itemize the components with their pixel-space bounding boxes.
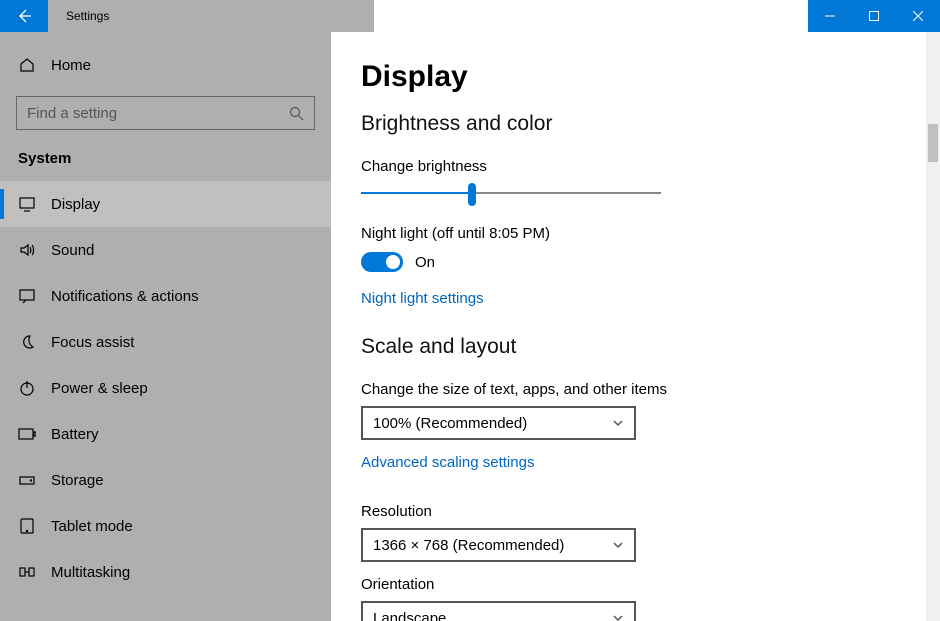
titlebar-drag-area[interactable]: [374, 0, 808, 32]
moon-icon: [18, 333, 36, 351]
section-scale-heading: Scale and layout: [361, 335, 910, 359]
battery-icon: [18, 425, 36, 443]
resolution-dropdown[interactable]: 1366 × 768 (Recommended): [361, 528, 636, 562]
sidebar-item-label: Multitasking: [51, 564, 130, 581]
search-input[interactable]: [27, 105, 289, 122]
toggle-knob: [386, 255, 400, 269]
maximize-icon: [869, 11, 879, 21]
sidebar-group-heading: System: [0, 148, 331, 181]
window-controls: [808, 0, 940, 32]
night-light-settings-link[interactable]: Night light settings: [361, 290, 484, 307]
page-title: Display: [361, 60, 910, 94]
brightness-slider-label: Change brightness: [361, 158, 910, 175]
dropdown-value: 1366 × 768 (Recommended): [373, 537, 564, 554]
chevron-down-icon: [612, 612, 624, 621]
home-icon: [18, 56, 36, 74]
sidebar-item-storage[interactable]: Storage: [0, 457, 331, 503]
drive-icon: [18, 471, 36, 489]
night-light-state: On: [415, 254, 435, 271]
night-light-toggle[interactable]: [361, 252, 403, 272]
sidebar-item-tablet[interactable]: Tablet mode: [0, 503, 331, 549]
maximize-button[interactable]: [852, 0, 896, 32]
sidebar-item-label: Storage: [51, 472, 104, 489]
scrollbar-thumb[interactable]: [928, 124, 938, 162]
sidebar-item-label: Power & sleep: [51, 380, 148, 397]
section-brightness-heading: Brightness and color: [361, 112, 910, 136]
brightness-slider[interactable]: [361, 183, 661, 203]
sidebar-item-sound[interactable]: Sound: [0, 227, 331, 273]
power-icon: [18, 379, 36, 397]
close-button[interactable]: [896, 0, 940, 32]
text-size-dropdown[interactable]: 100% (Recommended): [361, 406, 636, 440]
sidebar-item-notifications[interactable]: Notifications & actions: [0, 273, 331, 319]
sidebar-item-label: Tablet mode: [51, 518, 133, 535]
sidebar-item-label: Notifications & actions: [51, 288, 199, 305]
chevron-down-icon: [612, 417, 624, 429]
sidebar-item-home[interactable]: Home: [0, 42, 331, 88]
message-icon: [18, 287, 36, 305]
tablet-icon: [18, 517, 36, 535]
sidebar-item-label: Home: [51, 57, 91, 74]
sidebar-item-label: Sound: [51, 242, 94, 259]
sidebar-item-label: Display: [51, 196, 100, 213]
close-icon: [913, 11, 923, 21]
titlebar: Settings: [0, 0, 940, 32]
arrow-left-icon: [16, 8, 32, 24]
scrollbar[interactable]: [926, 32, 940, 621]
minimize-icon: [825, 11, 835, 21]
text-size-label: Change the size of text, apps, and other…: [361, 381, 910, 398]
search-icon: [289, 106, 304, 121]
orientation-dropdown[interactable]: Landscape: [361, 601, 636, 621]
night-light-label: Night light (off until 8:05 PM): [361, 225, 910, 242]
sidebar-item-focus-assist[interactable]: Focus assist: [0, 319, 331, 365]
sidebar: Home System Display Sound: [0, 32, 331, 621]
monitor-icon: [18, 195, 36, 213]
sidebar-item-display[interactable]: Display: [0, 181, 331, 227]
dropdown-value: 100% (Recommended): [373, 415, 527, 432]
main-content: Display Brightness and color Change brig…: [331, 32, 940, 621]
back-button[interactable]: [0, 0, 48, 32]
sidebar-item-label: Battery: [51, 426, 99, 443]
dropdown-value: Landscape: [373, 610, 446, 621]
sidebar-item-battery[interactable]: Battery: [0, 411, 331, 457]
slider-thumb[interactable]: [468, 183, 476, 206]
sidebar-item-multitasking[interactable]: Multitasking: [0, 549, 331, 595]
minimize-button[interactable]: [808, 0, 852, 32]
sidebar-item-label: Focus assist: [51, 334, 134, 351]
chevron-down-icon: [612, 539, 624, 551]
timeline-icon: [18, 563, 36, 581]
slider-fill: [361, 192, 472, 194]
sidebar-item-power[interactable]: Power & sleep: [0, 365, 331, 411]
search-box[interactable]: [16, 96, 315, 130]
orientation-label: Orientation: [361, 576, 910, 593]
slider-track: [472, 192, 661, 194]
advanced-scaling-link[interactable]: Advanced scaling settings: [361, 454, 534, 471]
resolution-label: Resolution: [361, 503, 910, 520]
app-title: Settings: [48, 0, 109, 32]
speaker-icon: [18, 241, 36, 259]
